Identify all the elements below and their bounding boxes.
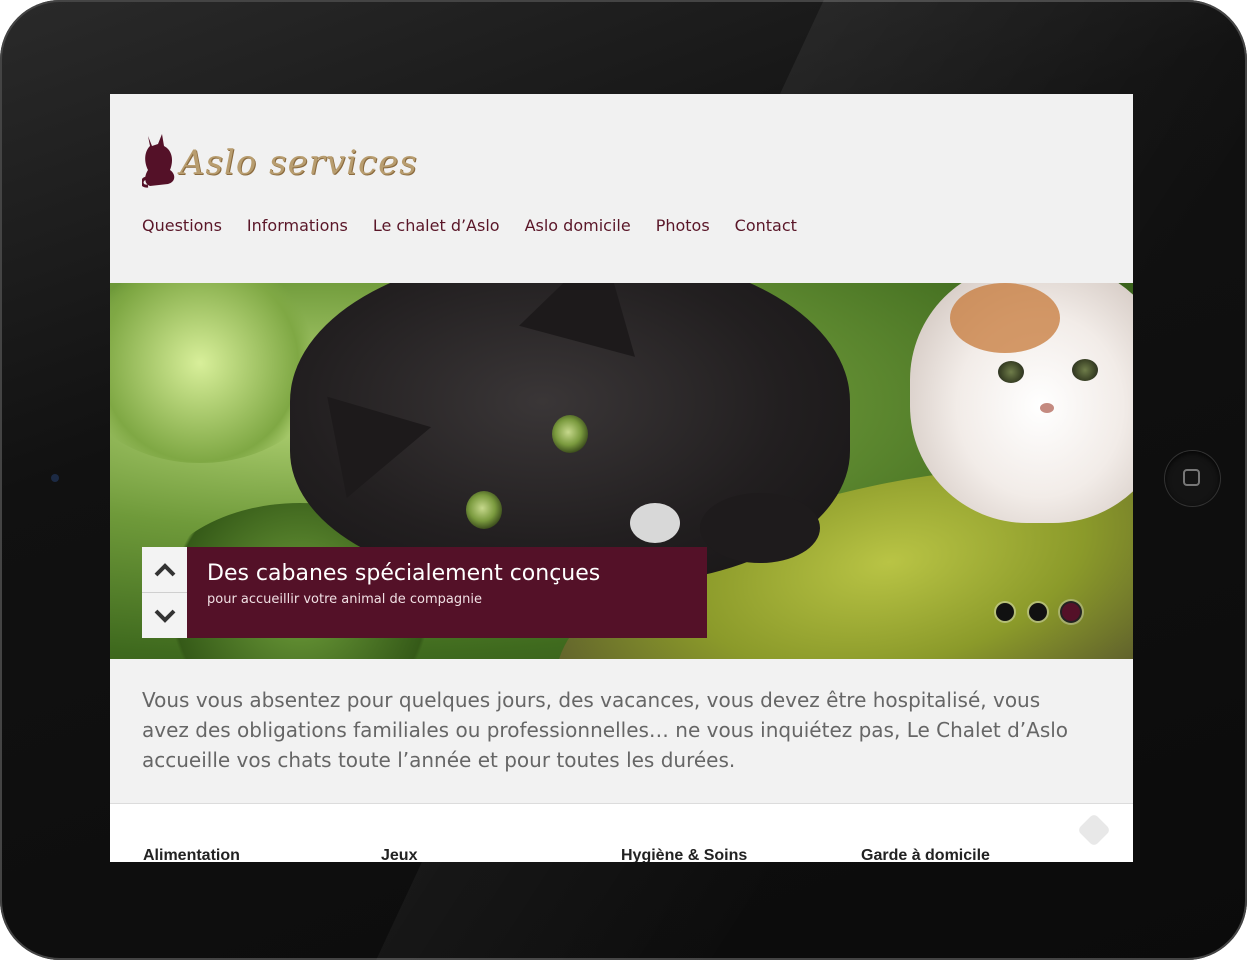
intro-text: Vous vous absentez pour quelques jours, … [142, 688, 1069, 772]
nav-informations[interactable]: Informations [247, 216, 348, 235]
slide-caption: Des cabanes spécialement conçues pour ac… [142, 547, 707, 638]
features-section: Alimentation Jeux Hygiène & Soins Garde … [110, 804, 1133, 862]
slider-dot[interactable] [996, 603, 1014, 621]
nav-aslo-domicile[interactable]: Aslo domicile [525, 216, 631, 235]
chevron-down-icon[interactable] [142, 593, 187, 638]
kitten-patch [950, 283, 1060, 353]
caption-subtitle: pour accueillir votre animal de compagni… [207, 592, 482, 607]
home-button[interactable] [1165, 451, 1220, 506]
site-header: Aslo services Questions Informations Le … [110, 94, 1133, 283]
nav-contact[interactable]: Contact [735, 216, 797, 235]
caption-title: Des cabanes spécialement conçues [207, 561, 601, 586]
tablet-frame: Aslo services Questions Informations Le … [0, 0, 1247, 960]
feature-title: Jeux [381, 847, 418, 862]
kitten-paw [700, 493, 820, 563]
kitten-eye [1072, 359, 1098, 381]
slider-dot-active[interactable] [1062, 603, 1080, 621]
caption-arrows [142, 547, 187, 638]
logo-text: Aslo services [180, 143, 418, 183]
caption-body: Des cabanes spécialement conçues pour ac… [187, 547, 707, 638]
main-nav: Questions Informations Le chalet d’Aslo … [142, 216, 822, 235]
feature-title: Hygiène & Soins [621, 847, 748, 862]
feature-title: Alimentation [143, 847, 240, 862]
slider-dot[interactable] [1029, 603, 1047, 621]
slider-pagination [996, 603, 1095, 621]
kitten-eye [466, 491, 502, 529]
cat-logo-icon [142, 134, 175, 188]
nav-questions[interactable]: Questions [142, 216, 222, 235]
nav-photos[interactable]: Photos [656, 216, 710, 235]
kitten-nose [1040, 403, 1054, 413]
site-logo[interactable]: Aslo services [142, 130, 418, 188]
browser-screen: Aslo services Questions Informations Le … [110, 94, 1133, 862]
kitten-eye [998, 361, 1024, 383]
chevron-up-icon[interactable] [142, 547, 187, 593]
kitten-eye [552, 415, 588, 453]
camera-icon [51, 474, 59, 482]
home-square-icon [1183, 469, 1200, 486]
rss-icon[interactable] [1077, 813, 1111, 847]
nav-le-chalet[interactable]: Le chalet d’Aslo [373, 216, 500, 235]
kitten-chest [630, 503, 680, 543]
feature-title: Garde à domicile [861, 847, 990, 862]
hero-slider: Des cabanes spécialement conçues pour ac… [110, 283, 1133, 659]
intro-section: Vous vous absentez pour quelques jours, … [110, 659, 1133, 803]
